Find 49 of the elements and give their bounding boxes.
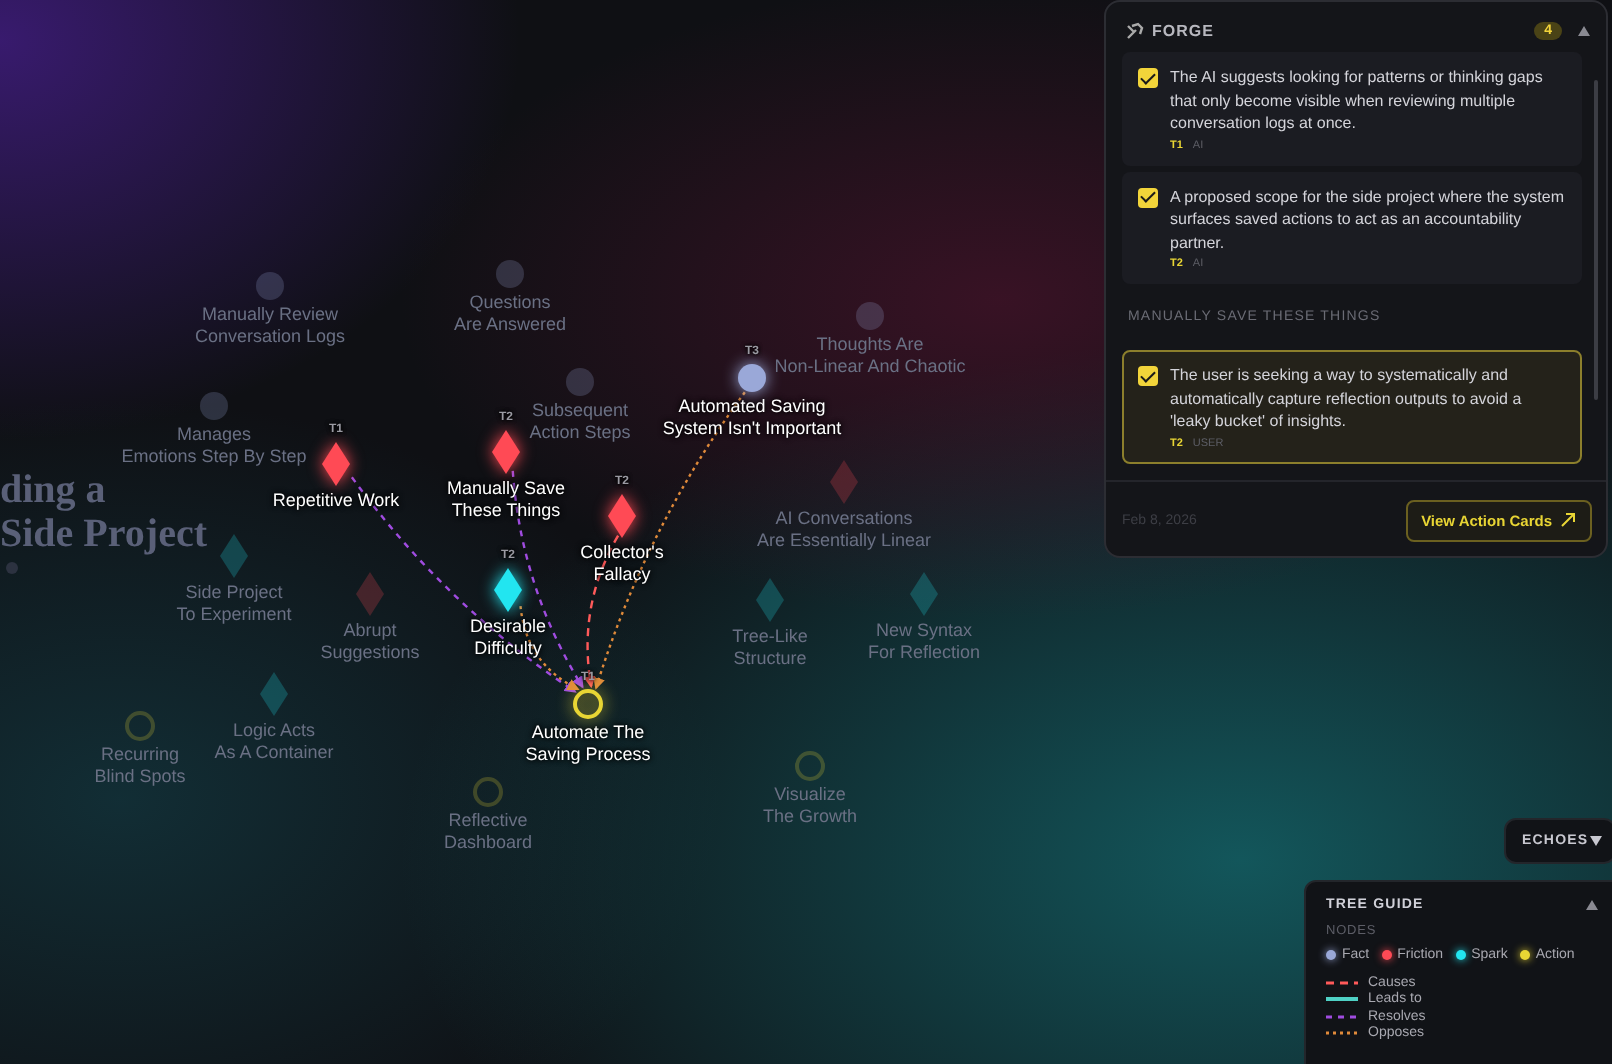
- diamond-node-icon[interactable]: [320, 440, 352, 488]
- node-label: Tree-Like Structure: [732, 626, 808, 668]
- node-label: Logic Acts As A Container: [214, 720, 334, 762]
- card-text: The AI suggests looking for patterns or thinking gaps that only become visible when reviewing multiple conversation logs at once.: [1170, 66, 1545, 135]
- arrow-icon: [1560, 512, 1576, 528]
- diamond-node-icon[interactable]: [258, 670, 290, 718]
- node-label: New Syntax For Reflection: [867, 620, 981, 662]
- node-label: Manages Emotions Step By Step: [121, 424, 307, 466]
- checkbox[interactable]: [1138, 68, 1158, 88]
- circle-node-icon[interactable]: [198, 390, 230, 422]
- backdrop-title-text: ding a: [0, 468, 108, 512]
- node-label: Side Project To Experiment: [176, 582, 292, 624]
- collapse-icon[interactable]: [1586, 900, 1598, 910]
- card-text: The user is seeking a way to systematically and automatically capture reflection outputs to avoid a 'leaky bucket' of insights.: [1170, 364, 1524, 433]
- node-label: Automate The Saving Process: [525, 722, 651, 764]
- node-label: AI Conversations Are Essentially Linear: [756, 508, 932, 550]
- node-label: Visualize The Growth: [762, 784, 858, 826]
- node-label: Repetitive Work: [272, 490, 400, 511]
- scrollbar[interactable]: [1594, 80, 1598, 400]
- diamond-node-icon[interactable]: [828, 458, 860, 506]
- diamond-node-icon[interactable]: [606, 492, 638, 540]
- diamond-node-icon[interactable]: [754, 576, 786, 624]
- diamond-node-icon[interactable]: [908, 570, 940, 618]
- node-label: Manually Review Conversation Logs: [194, 304, 346, 346]
- checkbox[interactable]: [1138, 366, 1158, 386]
- collapse-icon[interactable]: [1578, 26, 1590, 36]
- circle-node-icon[interactable]: [494, 258, 526, 290]
- node-label: Reflective Dashboard: [443, 810, 533, 852]
- dot-icon: [6, 562, 18, 574]
- diamond-node-icon[interactable]: [218, 532, 250, 580]
- ring-node-icon[interactable]: [572, 688, 604, 720]
- diamond-node-icon[interactable]: [492, 566, 524, 614]
- circle-node-icon[interactable]: [254, 270, 286, 302]
- node-label: Questions Are Answered: [453, 292, 567, 334]
- panel-title: FORGE: [1152, 22, 1214, 40]
- checkbox[interactable]: [1138, 187, 1158, 207]
- node-label: Abrupt Suggestions: [320, 620, 420, 662]
- circle-node-icon[interactable]: [564, 366, 596, 398]
- diamond-node-icon[interactable]: [354, 570, 386, 618]
- node-label: Automated Saving System Isn't Important: [662, 396, 842, 438]
- diamond-node-icon[interactable]: [490, 428, 522, 476]
- circle-node-icon[interactable]: [854, 300, 886, 332]
- node-label: Recurring Blind Spots: [94, 744, 186, 786]
- card-text: A proposed scope for the side project where the system surfaces saved actions to act as an accountability partner.: [1170, 185, 1564, 254]
- node-label: Subsequent Action Steps: [529, 400, 631, 442]
- node-label: Thoughts Are Non-Linear And Chaotic: [774, 334, 966, 376]
- backdrop-title-text: Side Project: [0, 512, 207, 556]
- circle-node-icon[interactable]: [736, 362, 768, 394]
- node-label: Manually Save These Things: [446, 478, 566, 520]
